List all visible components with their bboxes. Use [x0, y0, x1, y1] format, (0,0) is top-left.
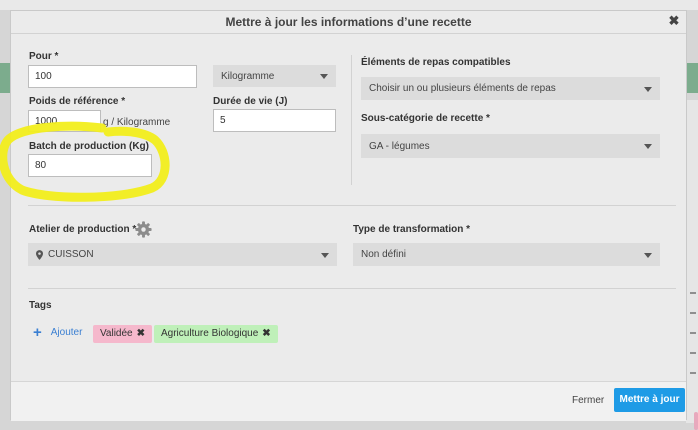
column-divider: [351, 55, 352, 185]
batch-production-label: Batch de production (Kg): [29, 141, 149, 152]
type-transformation-select[interactable]: Non défini: [353, 243, 660, 266]
gear-icon[interactable]: [135, 221, 152, 238]
map-marker-icon: [36, 249, 43, 260]
sous-categorie-value: GA - légumes: [369, 140, 430, 152]
add-tag-label: Ajouter: [50, 327, 83, 338]
elements-repas-label: Éléments de repas compatibles: [361, 57, 511, 68]
poids-reference-label: Poids de référence *: [29, 96, 126, 107]
sous-categorie-label: Sous-catégorie de recette *: [361, 113, 490, 124]
atelier-label: Atelier de production *: [29, 224, 137, 235]
background-accent-bar: [0, 63, 10, 93]
duree-de-vie-input[interactable]: [213, 109, 336, 132]
poids-reference-unit: g / Kilogramme: [103, 117, 171, 128]
plus-icon: +: [33, 324, 42, 341]
tag-label: Validée: [100, 328, 133, 339]
chevron-down-icon: [644, 86, 652, 92]
close-button[interactable]: Fermer: [572, 395, 604, 406]
modal-header: Mettre à jour les informations d’une rec…: [11, 11, 686, 34]
pour-input[interactable]: [28, 65, 197, 88]
background-line: [690, 292, 696, 294]
chevron-down-icon: [320, 74, 328, 79]
background-page-edge: [686, 100, 698, 430]
section-divider: [28, 205, 676, 206]
modal-footer: Fermer Mettre à jour: [11, 381, 686, 421]
pour-unit-value: Kilogramme: [221, 70, 275, 82]
tag-label: Agriculture Biologique: [161, 328, 259, 339]
tags-label: Tags: [29, 300, 52, 311]
duree-de-vie-label: Durée de vie (J): [213, 96, 288, 107]
atelier-value: CUISSON: [48, 249, 94, 260]
background-line: [690, 332, 696, 334]
chevron-down-icon: [321, 252, 329, 258]
recipe-edit-modal: Mettre à jour les informations d’une rec…: [10, 10, 687, 421]
background-line: [690, 372, 696, 374]
tag-chip: Validée ✖: [93, 325, 153, 343]
background-page-header: [0, 0, 698, 10]
batch-production-input[interactable]: [28, 154, 152, 177]
type-transformation-value: Non défini: [361, 249, 407, 260]
update-button[interactable]: Mettre à jour: [614, 388, 685, 412]
background-tag: [694, 412, 698, 430]
background-line: [690, 352, 696, 354]
close-icon[interactable]: ✖: [667, 14, 681, 28]
background-accent-bar: [686, 63, 698, 93]
pour-unit-select[interactable]: Kilogramme: [213, 65, 336, 87]
remove-tag-icon[interactable]: ✖: [137, 328, 145, 339]
chevron-down-icon: [644, 252, 652, 258]
poids-reference-input[interactable]: [28, 110, 101, 132]
pour-label: Pour *: [29, 51, 59, 62]
modal-title: Mettre à jour les informations d’une rec…: [225, 15, 472, 29]
add-tag-button[interactable]: + Ajouter: [33, 325, 82, 340]
background-line: [690, 312, 696, 314]
elements-repas-select[interactable]: Choisir un ou plusieurs éléments de repa…: [361, 77, 660, 100]
sous-categorie-select[interactable]: GA - légumes: [361, 134, 660, 158]
section-divider: [28, 288, 676, 289]
tag-chip: Agriculture Biologique ✖: [154, 325, 278, 343]
chevron-down-icon: [644, 144, 652, 149]
elements-repas-placeholder: Choisir un ou plusieurs éléments de repa…: [369, 83, 556, 94]
remove-tag-icon[interactable]: ✖: [262, 328, 270, 339]
type-transformation-label: Type de transformation *: [353, 224, 471, 235]
atelier-select[interactable]: CUISSON: [28, 243, 337, 266]
